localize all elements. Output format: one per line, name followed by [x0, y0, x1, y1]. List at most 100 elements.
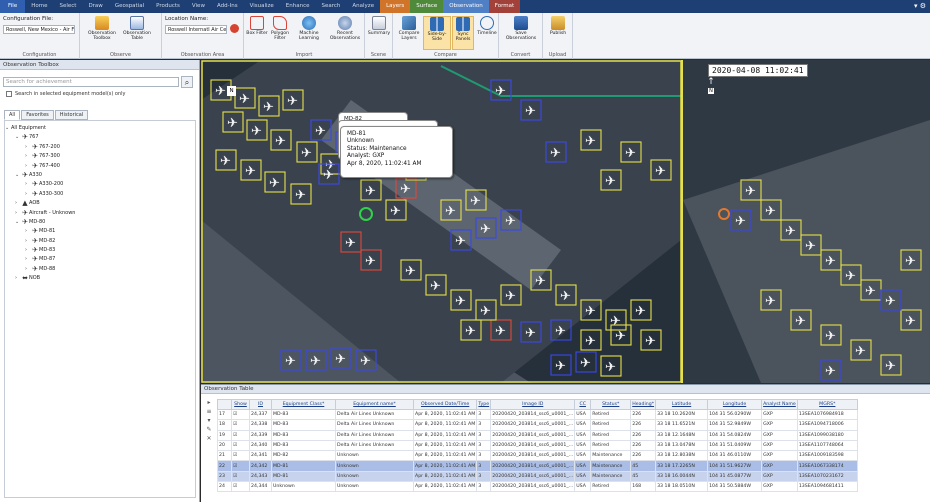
column-header[interactable] — [217, 399, 232, 410]
table-row[interactable]: 21 ☑ 24,341 MD-82 Unknown Apr 8, 2020, 11:02:… — [217, 450, 858, 462]
tab-historical[interactable]: Historical — [54, 110, 89, 120]
menu-search[interactable]: Search — [316, 0, 347, 13]
side-by-side-button[interactable]: Side-by-Side — [423, 16, 451, 50]
tree-item[interactable]: › ⬌ NOB — [5, 274, 195, 283]
tree-item-label: NOB — [29, 275, 41, 282]
machine-learning-button[interactable]: Machine Learning — [294, 16, 324, 41]
aircraft-glyph: ✈ — [323, 168, 334, 183]
menu-home[interactable]: Home — [25, 0, 53, 13]
imagery-viewer[interactable]: ✈ ✈ ✈ ✈ ✈ ✈ ✈ ✈ ✈ ✈ ✈ ✈ ✈ ✈ ✈ ✈ ✈ ✈ ✈ ✈ ✈ ✈ ✈ ✈ ✈ ✈ ✈ ✈ ✈ ✈ ✈ ✈ ✈ ✈ ✈ ✈ ✈ ✈ ✈ ✈… — [201, 60, 930, 383]
polygon-filter-button[interactable]: Polygon Filter — [269, 16, 291, 41]
column-header[interactable]: CC — [574, 399, 592, 410]
column-header[interactable]: Equipment name* — [335, 399, 414, 410]
table-cell: Maintenance — [590, 460, 632, 472]
delete-icon[interactable]: ✕ — [205, 435, 213, 443]
table-row[interactable]: 19 ☑ 24,339 MD-83 Delta Air Lines Unknown Apr… — [217, 429, 858, 441]
table-row[interactable]: 17 ☑ 24,337 MD-83 Delta Air Lines Unknown Apr… — [217, 408, 858, 421]
tree-item[interactable]: › ✈ A330-200 — [5, 180, 195, 189]
observation-toolbox-button[interactable]: Observation Toolbox — [88, 16, 116, 41]
aircraft-glyph: ✈ — [400, 182, 411, 197]
tree-item[interactable]: ⌄ All Equipment — [5, 124, 195, 133]
sort-icon[interactable]: ≡ — [205, 408, 213, 416]
filter-icon[interactable]: ▾ — [205, 417, 213, 425]
menu-view[interactable]: View — [186, 0, 211, 13]
summary-button[interactable]: Summary — [365, 16, 393, 36]
table-cell: Retired — [590, 439, 632, 452]
tree-item[interactable]: › ✈ 767-300 — [5, 152, 195, 161]
menu-format[interactable]: Format — [488, 0, 521, 13]
table-row[interactable]: 18 ☑ 24,338 MD-83 Delta Air Lines Unknown Apr… — [217, 419, 858, 431]
column-header[interactable]: Analyst Name — [761, 399, 798, 410]
tree-item[interactable]: › ✈ MD-82 — [5, 237, 195, 246]
selected-model-filter[interactable]: Search in selected equipment model(s) on… — [6, 91, 126, 97]
column-header[interactable]: Longitude — [707, 399, 763, 410]
tree-item[interactable]: ⌄ ✈ MD-80 — [5, 218, 195, 227]
box-filter-icon — [250, 16, 264, 30]
location-pin-icon[interactable] — [230, 24, 239, 33]
column-header[interactable]: MGRS* — [796, 399, 858, 410]
publish-button[interactable]: Publish — [544, 16, 572, 36]
tree-item[interactable]: › ✈ Aircraft - Unknown — [5, 209, 195, 218]
tab-all[interactable]: All — [4, 110, 21, 120]
table-cell: 33 18 17.2265N — [655, 460, 709, 472]
tree-item[interactable]: › ✈ MD-87 — [5, 255, 195, 264]
imagery-scene[interactable]: ✈✈✈ ✈✈✈✈✈✈✈✈✈✈✈✈✈✈✈✈✈✈✈✈✈✈✈✈✈✈✈✈✈✈✈✈✈✈✈✈✈… — [201, 60, 930, 383]
config-file-combo[interactable]: Roswell, New Mexico - Air F — [3, 25, 75, 34]
tree-item[interactable]: › ✈ 767-400 — [5, 162, 195, 171]
box-filter-button[interactable]: Box Filter — [246, 16, 268, 36]
menu-products[interactable]: Products — [150, 0, 186, 13]
column-header[interactable]: Heading* — [630, 399, 657, 410]
table-row[interactable]: 20 ☑ 24,340 MD-83 Delta Air Lines Unknown Apr… — [217, 439, 858, 452]
menu-observation[interactable]: Observation — [443, 0, 489, 13]
menu-add-ins[interactable]: Add-Ins — [211, 0, 244, 13]
pin-icon[interactable]: ▸ — [205, 399, 213, 407]
column-header[interactable]: Latitude — [655, 399, 709, 410]
column-header[interactable]: Image ID — [490, 399, 576, 410]
search-icon[interactable]: ⌕ — [181, 76, 193, 88]
clock-icon — [480, 16, 494, 30]
checkbox[interactable] — [6, 91, 12, 97]
tree-item[interactable]: › ✈ 767-200 — [5, 143, 195, 152]
table-row[interactable]: 22 ☑ 24,342 MD-81 Unknown Apr 8, 2020, 11:02:… — [217, 460, 858, 472]
tree-item[interactable]: › ✈ MD-83 — [5, 246, 195, 255]
compare-layers-button[interactable]: Compare Layers — [395, 16, 423, 41]
window-controls[interactable]: ▾ ⚙ — [914, 2, 926, 10]
tree-item[interactable]: › ✈ MD-88 — [5, 265, 195, 274]
recent-observations-button[interactable]: Recent Observations — [327, 16, 363, 41]
tree-item[interactable]: › ✈ A330-300 — [5, 190, 195, 199]
timeline-button[interactable]: Timeline — [476, 16, 498, 36]
tree-item[interactable]: ⌄ ✈ 767 — [5, 133, 195, 142]
menu-draw[interactable]: Draw — [82, 0, 108, 13]
table-cell: Retired — [590, 429, 632, 441]
tab-favorites[interactable]: Favorites — [21, 110, 54, 120]
menu-enhance[interactable]: Enhance — [280, 0, 316, 13]
table-row[interactable]: 23 ☑ 24,343 MD-81 Unknown Apr 8, 2020, 11:02:… — [217, 470, 858, 483]
column-header[interactable]: Show — [231, 399, 250, 410]
aircraft-glyph: ✈ — [285, 354, 296, 369]
table-row[interactable]: 24 ☑ 24,344 Unknown Unknown Apr 8, 2020, 11:0… — [217, 481, 858, 493]
save-observations-button[interactable]: Save Observations — [505, 16, 537, 41]
menu-select[interactable]: Select — [53, 0, 82, 13]
tree-item[interactable]: › ✈ MD-81 — [5, 227, 195, 236]
aircraft-glyph: ✈ — [825, 364, 836, 379]
sync-panels-button[interactable]: Sync Panels — [452, 16, 474, 50]
menu-layers[interactable]: Layers — [380, 0, 411, 13]
observation-table-button[interactable]: Observation Table — [120, 16, 154, 41]
aircraft-glyph: ✈ — [625, 146, 636, 161]
column-header[interactable]: Observed Date/Time — [412, 399, 478, 410]
tree-item[interactable]: ⌄ ✈ A330 — [5, 171, 195, 180]
column-header[interactable]: ID — [249, 399, 272, 410]
menu-surface[interactable]: Surface — [410, 0, 444, 13]
column-header[interactable]: Equipment Class* — [271, 399, 336, 410]
menu-file[interactable]: File — [0, 0, 26, 13]
tree-item[interactable]: › ▲ AOB — [5, 199, 195, 208]
column-header[interactable]: Type — [476, 399, 492, 410]
menu-analyze[interactable]: Analyze — [346, 0, 380, 13]
menu-visualize[interactable]: Visualize — [244, 0, 280, 13]
location-combo[interactable]: Roswell Internatl Air Cent — [165, 25, 227, 34]
edit-icon[interactable]: ✎ — [205, 426, 213, 434]
publish-icon — [551, 16, 565, 30]
column-header[interactable]: Status* — [590, 399, 632, 410]
menu-geospatial[interactable]: Geospatial — [109, 0, 150, 13]
search-input[interactable]: Search for achievement — [3, 77, 179, 87]
